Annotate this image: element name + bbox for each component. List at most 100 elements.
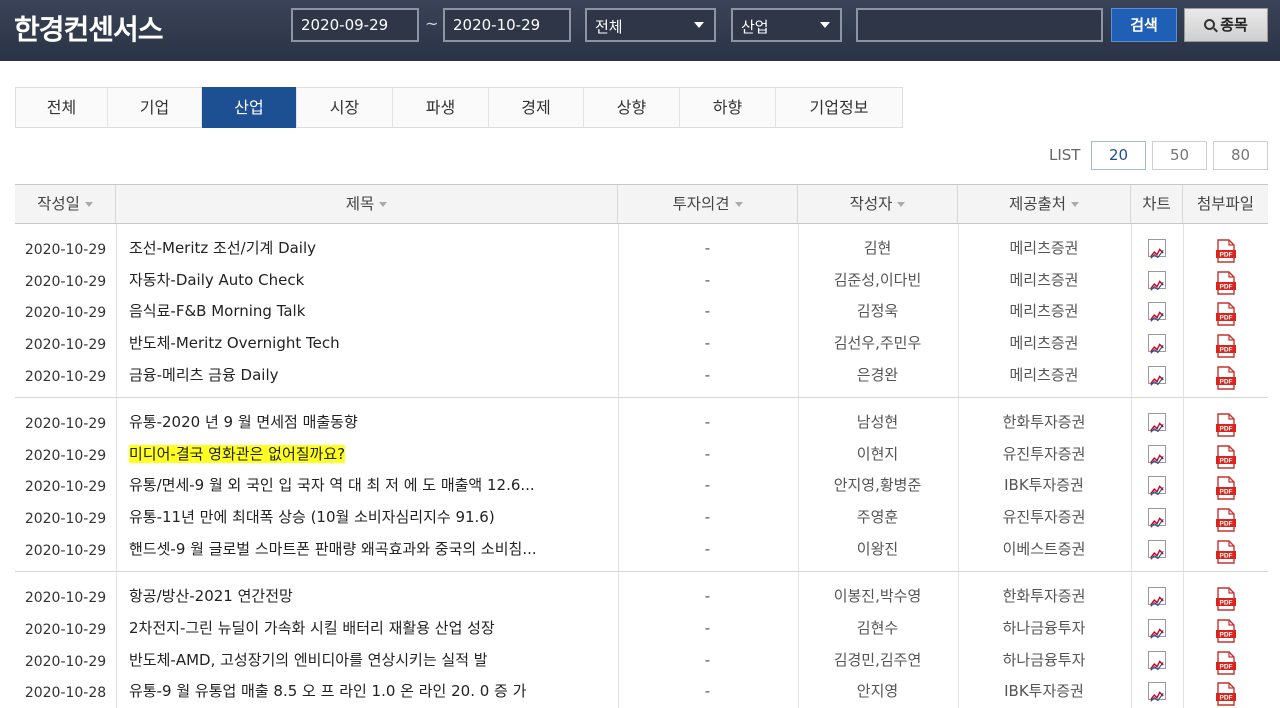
attachment-cell: PDF [1183,675,1268,707]
report-title-link[interactable]: 반도체-AMD, 고성장기의 엔비디아를 연상시키는 실적 발 [129,644,609,676]
chart-icon[interactable] [1147,412,1166,433]
chart-icon[interactable] [1147,333,1166,354]
report-title-link[interactable]: 미디어-결국 영화관은 없어질까요? [129,438,609,470]
pdf-icon-text: PDF [1219,283,1232,290]
tab-5[interactable]: 경제 [489,88,584,127]
search-button[interactable]: 검색 [1111,8,1177,42]
report-title-link[interactable]: 유통-9 월 유통업 매출 8.5 오 프 라인 1.0 온 라인 20. 0 … [129,675,609,707]
report-title-text: 유통-2020 년 9 월 면세점 매출동향 [129,413,358,431]
report-source: 한화투자증권 [1002,413,1086,431]
pdf-icon-text: PDF [1219,488,1232,495]
date-from-input[interactable] [291,8,419,42]
table-row: 2020-10-29 핸드셋-9 월 글로벌 스마트폰 판매량 왜곡효과와 중국의… [15,533,1268,565]
report-source: 이베스트증권 [1002,540,1086,558]
report-title-link[interactable]: 자동차-Daily Auto Check [129,264,609,296]
report-source: 메리츠증권 [1009,239,1079,257]
column-label: 제목 [345,195,375,213]
site-logo[interactable]: 한경컨센서스 [14,8,164,48]
chart-icon[interactable] [1147,618,1166,639]
chart-cell [1131,438,1182,470]
chart-cell [1131,264,1182,296]
magnifier-icon [1204,19,1216,30]
pdf-icon-text: PDF [1219,457,1232,464]
report-title-link[interactable]: 음식료-F&B Morning Talk [129,295,609,327]
report-title-link[interactable]: 조선-Meritz 조선/기계 Daily [129,232,609,264]
pdf-icon[interactable]: PDF [1215,681,1236,706]
date-to-input[interactable] [443,8,571,42]
pdf-icon[interactable]: PDF [1215,301,1236,326]
chart-cell [1131,359,1182,391]
column-header-date[interactable]: 작성일 [15,185,116,223]
type-select[interactable]: 산업 [731,8,842,42]
tab-1[interactable]: 기업 [108,88,202,127]
chart-icon[interactable] [1147,301,1166,322]
investment-opinion: - [704,366,711,384]
pdf-icon[interactable]: PDF [1215,475,1236,500]
chart-icon[interactable] [1147,475,1166,496]
pdf-icon-text: PDF [1219,663,1232,670]
pdf-icon[interactable]: PDF [1215,238,1236,263]
chart-icon[interactable] [1147,270,1166,291]
pdf-icon[interactable]: PDF [1215,586,1236,611]
list-size-20-button[interactable]: 20 [1091,141,1146,170]
list-size-50-button[interactable]: 50 [1152,141,1207,170]
report-source: 유진투자증권 [1002,508,1086,526]
tab-4[interactable]: 파생 [393,88,489,127]
column-header-title[interactable]: 제목 [116,185,618,223]
pdf-icon-text: PDF [1219,520,1232,527]
chart-icon[interactable] [1147,681,1166,702]
pdf-icon[interactable]: PDF [1215,333,1236,358]
pdf-icon[interactable]: PDF [1215,618,1236,643]
pdf-icon[interactable]: PDF [1215,365,1236,390]
column-header-opinion[interactable]: 투자의견 [618,185,798,223]
pdf-icon[interactable]: PDF [1215,650,1236,675]
column-header-author[interactable]: 작성자 [798,185,958,223]
tab-0[interactable]: 전체 [16,88,108,127]
table-row: 2020-10-29 반도체-Meritz Overnight Tech - 김선우,… [15,327,1268,359]
tab-6[interactable]: 상향 [584,88,680,127]
category-select[interactable]: 전체 [585,8,716,42]
report-title-link[interactable]: 핸드셋-9 월 글로벌 스마트폰 판매량 왜곡효과와 중국의 소비침... [129,533,609,565]
report-title-text: 유통-11년 만에 최대폭 상승 (10월 소비자심리지수 91.6) [129,508,495,526]
chart-icon[interactable] [1147,444,1166,465]
report-title-link[interactable]: 2차전지-그린 뉴딜이 가속화 시킬 배터리 재활용 산업 성장 [129,612,609,644]
report-title-link[interactable]: 반도체-Meritz Overnight Tech [129,327,609,359]
tab-8[interactable]: 기업정보 [776,88,902,127]
tab-2[interactable]: 산업 [202,87,297,128]
tab-3[interactable]: 시장 [297,88,393,127]
chart-icon[interactable] [1147,586,1166,607]
report-date: 2020-10-29 [24,511,107,527]
pdf-icon[interactable]: PDF [1215,507,1236,532]
chart-icon[interactable] [1147,238,1166,259]
report-source: 한화투자증권 [1002,587,1086,605]
pdf-icon[interactable]: PDF [1215,270,1236,295]
attachment-cell: PDF [1183,533,1268,565]
attachment-cell: PDF [1183,644,1268,676]
report-title-link[interactable]: 유통/면세-9 월 외 국인 입 국자 역 대 최 저 에 도 매출액 12.6… [129,469,609,501]
chart-cell [1131,232,1182,264]
pdf-icon[interactable]: PDF [1215,444,1236,469]
report-title-text: 반도체-AMD, 고성장기의 엔비디아를 연상시키는 실적 발 [129,651,488,669]
table-row: 2020-10-29 자동차-Daily Auto Check - 김준성,이다빈 메리… [15,264,1268,296]
chart-icon[interactable] [1147,365,1166,386]
chart-icon[interactable] [1147,507,1166,528]
report-title-link[interactable]: 유통-2020 년 9 월 면세점 매출동향 [129,406,609,438]
chart-icon[interactable] [1147,650,1166,671]
pdf-icon[interactable]: PDF [1215,412,1236,437]
chevron-down-icon [694,22,704,28]
pdf-icon[interactable]: PDF [1215,539,1236,564]
stock-search-button[interactable]: 종목 [1184,8,1268,42]
category-tabs: 전체 기업 산업 시장 파생 경제 상향 하향 기업정보 [15,87,903,128]
column-header-source[interactable]: 제공출처 [958,185,1131,223]
report-title-link[interactable]: 항공/방산-2021 연간전망 [129,580,609,612]
chart-icon[interactable] [1147,539,1166,560]
list-size-80-button[interactable]: 80 [1213,141,1268,170]
attachment-cell: PDF [1183,438,1268,470]
search-input[interactable] [856,8,1103,42]
table-row: 2020-10-28 유통-9 월 유통업 매출 8.5 오 프 라인 1.0 온… [15,675,1268,707]
report-title-link[interactable]: 유통-11년 만에 최대폭 상승 (10월 소비자심리지수 91.6) [129,501,609,533]
tab-7[interactable]: 하향 [680,88,776,127]
report-title-link[interactable]: 금융-메리츠 금융 Daily [129,359,609,391]
investment-opinion: - [704,682,711,700]
stock-button-label: 종목 [1220,16,1248,34]
